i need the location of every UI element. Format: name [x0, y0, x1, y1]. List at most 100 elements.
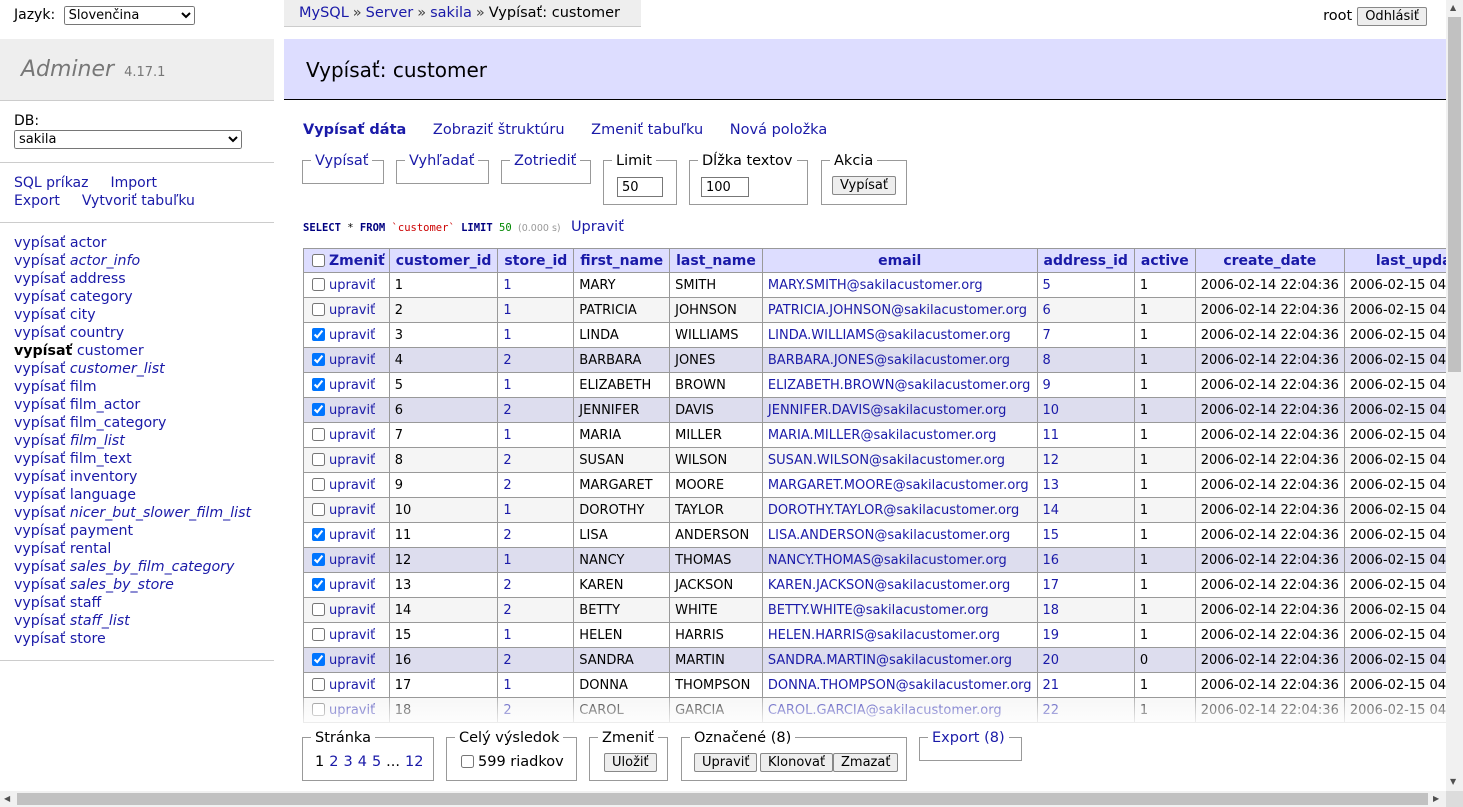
table-select-link[interactable]: vypísať — [14, 541, 65, 557]
row-checkbox[interactable] — [312, 552, 325, 566]
row-edit-link[interactable]: upraviť — [329, 478, 375, 493]
cell-email[interactable]: BARBARA.JONES@sakilacustomer.org — [761, 347, 1038, 373]
cell-email[interactable]: MARY.SMITH@sakilacustomer.org — [761, 272, 1038, 298]
sort-toggle[interactable]: Zotriediť — [510, 152, 581, 170]
table-select-link[interactable]: vypísať — [14, 343, 72, 359]
column-header[interactable]: active — [1133, 248, 1196, 273]
cell-email[interactable]: SANDRA.MARTIN@sakilacustomer.org — [761, 647, 1038, 673]
cell-address_id[interactable]: 18 — [1036, 597, 1135, 623]
table-structure-link[interactable]: film_actor — [70, 397, 140, 413]
table-structure-link[interactable]: sales_by_film_category — [70, 559, 234, 575]
table-select-link[interactable]: vypísať — [14, 307, 65, 323]
search-toggle[interactable]: Vyhľadať — [405, 152, 479, 170]
row-checkbox[interactable] — [312, 702, 325, 716]
table-select-link[interactable]: vypísať — [14, 523, 65, 539]
row-checkbox[interactable] — [312, 452, 325, 466]
cell-store_id[interactable]: 2 — [497, 572, 575, 598]
logout-button[interactable]: Odhlásiť — [1357, 7, 1427, 26]
table-structure-link[interactable]: staff_list — [70, 613, 130, 629]
cell-address_id[interactable]: 8 — [1036, 347, 1135, 373]
cell-store_id[interactable]: 2 — [497, 472, 575, 498]
column-header-label[interactable]: active — [1141, 253, 1189, 269]
cell-store_id[interactable]: 1 — [497, 622, 575, 648]
table-structure-link[interactable]: sales_by_store — [70, 577, 174, 593]
column-header-label[interactable]: last_name — [676, 253, 756, 269]
column-header-label[interactable]: first_name — [580, 253, 663, 269]
table-structure-link[interactable]: address — [70, 271, 126, 287]
row-checkbox[interactable] — [312, 427, 325, 441]
column-header[interactable]: email — [761, 248, 1038, 273]
select-submit-button[interactable]: Vypísať — [832, 176, 896, 195]
cell-address_id[interactable]: 9 — [1036, 372, 1135, 398]
horizontal-scrollbar[interactable]: ◀ ▶ — [0, 791, 1446, 807]
table-select-link[interactable]: vypísať — [14, 271, 65, 287]
row-checkbox[interactable] — [312, 302, 325, 316]
column-header[interactable]: first_name — [573, 248, 671, 273]
scroll-left-icon[interactable]: ◀ — [4, 794, 10, 803]
row-edit-link[interactable]: upraviť — [329, 353, 375, 368]
cell-address_id[interactable]: 17 — [1036, 572, 1135, 598]
row-checkbox[interactable] — [312, 627, 325, 641]
table-structure-link[interactable]: actor_info — [70, 253, 140, 269]
table-select-link[interactable]: vypísať — [14, 253, 65, 269]
table-select-link[interactable]: vypísať — [14, 379, 65, 395]
row-edit-link[interactable]: upraviť — [329, 628, 375, 643]
cell-email[interactable]: SUSAN.WILSON@sakilacustomer.org — [761, 447, 1038, 473]
table-select-link[interactable]: vypísať — [14, 415, 65, 431]
cell-email[interactable]: PATRICIA.JOHNSON@sakilacustomer.org — [761, 297, 1038, 323]
cell-email[interactable]: JENNIFER.DAVIS@sakilacustomer.org — [761, 397, 1038, 423]
table-structure-link[interactable]: customer_list — [70, 361, 165, 377]
edit-header-label[interactable]: Zmeniť — [329, 253, 385, 269]
brand-name[interactable]: Adminer — [21, 57, 114, 82]
row-edit-link[interactable]: upraviť — [329, 278, 375, 293]
page-link[interactable]: 4 — [358, 754, 367, 770]
cell-address_id[interactable]: 12 — [1036, 447, 1135, 473]
table-structure-link[interactable]: staff — [70, 595, 101, 611]
page-link[interactable]: 12 — [405, 754, 423, 770]
cell-email[interactable]: DOROTHY.TAYLOR@sakilacustomer.org — [761, 497, 1038, 523]
row-edit-link[interactable]: upraviť — [329, 703, 375, 718]
cell-address_id[interactable]: 16 — [1036, 547, 1135, 573]
delete-selected-button[interactable]: Zmazať — [833, 753, 899, 772]
row-edit-link[interactable]: upraviť — [329, 303, 375, 318]
cell-store_id[interactable]: 2 — [497, 597, 575, 623]
cell-email[interactable]: NANCY.THOMAS@sakilacustomer.org — [761, 547, 1038, 573]
scroll-down-icon[interactable]: ▼ — [1450, 777, 1456, 786]
select-columns-toggle[interactable]: Vypísať — [311, 152, 373, 170]
cell-address_id[interactable]: 7 — [1036, 322, 1135, 348]
import-link[interactable]: Import — [110, 175, 156, 191]
cell-store_id[interactable]: 2 — [497, 447, 575, 473]
column-header[interactable]: last_upda — [1343, 248, 1446, 273]
cell-store_id[interactable]: 1 — [497, 422, 575, 448]
table-structure-link[interactable]: actor — [70, 235, 107, 251]
table-select-link[interactable]: vypísať — [14, 397, 65, 413]
row-checkbox[interactable] — [312, 527, 325, 541]
table-structure-link[interactable]: language — [70, 487, 136, 503]
cell-address_id[interactable]: 22 — [1036, 697, 1135, 723]
table-select-link[interactable]: vypísať — [14, 577, 65, 593]
table-structure-link[interactable]: store — [70, 631, 106, 647]
page-link[interactable]: 5 — [372, 754, 381, 770]
table-structure-link[interactable]: country — [70, 325, 124, 341]
cell-email[interactable]: DONNA.THOMPSON@sakilacustomer.org — [761, 672, 1038, 698]
table-select-link[interactable]: vypísať — [14, 505, 65, 521]
cell-email[interactable]: MARIA.MILLER@sakilacustomer.org — [761, 422, 1038, 448]
row-checkbox[interactable] — [312, 602, 325, 616]
cell-store_id[interactable]: 2 — [497, 647, 575, 673]
table-select-link[interactable]: vypísať — [14, 451, 65, 467]
save-button[interactable]: Uložiť — [604, 753, 657, 772]
row-edit-link[interactable]: upraviť — [329, 403, 375, 418]
row-checkbox[interactable] — [312, 277, 325, 291]
table-select-link[interactable]: vypísať — [14, 631, 65, 647]
cell-store_id[interactable]: 2 — [497, 347, 575, 373]
page-link[interactable]: 3 — [343, 754, 352, 770]
db-select[interactable]: sakila — [14, 130, 242, 149]
table-structure-link[interactable]: film_category — [70, 415, 167, 431]
cell-store_id[interactable]: 1 — [497, 322, 575, 348]
row-edit-link[interactable]: upraviť — [329, 553, 375, 568]
tab-show-structure[interactable]: Zobraziť štruktúru — [433, 122, 565, 138]
table-select-link[interactable]: vypísať — [14, 289, 65, 305]
vertical-scrollbar[interactable]: ▲ ▼ — [1446, 0, 1463, 791]
cell-email[interactable]: HELEN.HARRIS@sakilacustomer.org — [761, 622, 1038, 648]
cell-email[interactable]: LINDA.WILLIAMS@sakilacustomer.org — [761, 322, 1038, 348]
